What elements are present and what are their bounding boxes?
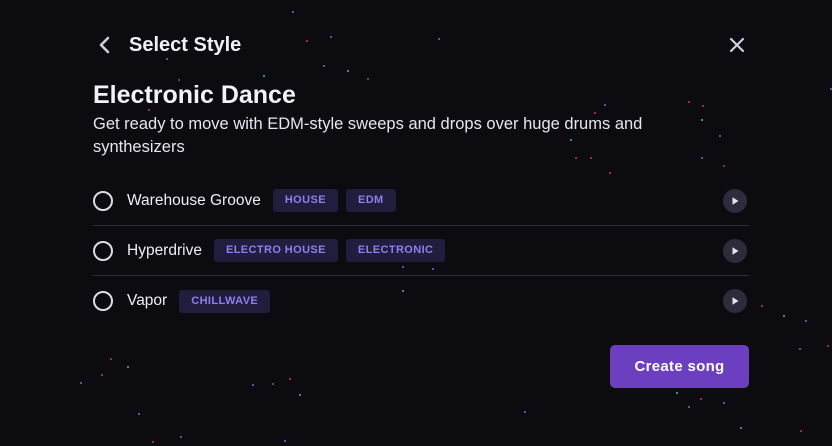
particle-dot — [719, 135, 721, 137]
preview-play-button[interactable] — [723, 188, 747, 213]
particle-dot — [827, 345, 829, 347]
style-tag: ELECTRONIC — [345, 239, 446, 262]
particle-dot — [292, 11, 294, 13]
particle-dot — [263, 75, 265, 77]
particle-dot — [805, 320, 807, 322]
particle-dot — [761, 305, 763, 307]
style-tags: HOUSE EDM — [272, 189, 396, 212]
chevron-left-icon — [99, 36, 110, 54]
header: Select Style — [93, 30, 749, 60]
particle-dot — [284, 440, 286, 442]
particle-dot — [101, 374, 103, 376]
particle-dot — [524, 411, 526, 413]
style-tag: HOUSE — [272, 189, 338, 212]
style-option-warehouse-groove[interactable]: Warehouse Groove HOUSE EDM — [93, 176, 749, 226]
particle-dot — [272, 383, 274, 385]
style-tags: CHILLWAVE — [179, 289, 271, 313]
style-radio[interactable] — [93, 291, 113, 311]
particle-dot — [367, 78, 369, 80]
particle-dot — [299, 394, 301, 396]
style-tag: CHILLWAVE — [179, 289, 271, 313]
particle-dot — [80, 382, 82, 384]
particle-dot — [609, 172, 611, 174]
particle-dot — [723, 402, 725, 404]
style-tag: ELECTRO HOUSE — [213, 239, 338, 262]
particle-dot — [152, 441, 154, 443]
particle-dot — [740, 427, 742, 429]
style-name: Hyperdrive — [127, 241, 202, 259]
select-style-screen: Select Style Electronic Dance Get ready … — [0, 0, 832, 446]
particle-dot — [604, 104, 606, 106]
close-icon — [729, 37, 745, 53]
style-tags: ELECTRO HOUSE ELECTRONIC — [213, 239, 446, 262]
genre-description: Get ready to move with EDM-style sweeps … — [93, 115, 643, 156]
genre-title: Electronic Dance — [93, 81, 296, 109]
particle-dot — [138, 413, 140, 415]
particle-dot — [323, 65, 325, 67]
style-radio[interactable] — [93, 240, 113, 261]
particle-dot — [700, 398, 702, 400]
particle-dot — [252, 384, 254, 386]
style-option-hyperdrive[interactable]: Hyperdrive ELECTRO HOUSE ELECTRONIC — [93, 226, 749, 276]
particle-dot — [723, 165, 725, 167]
style-name: Vapor — [127, 292, 168, 309]
style-option-vapor[interactable]: Vapor CHILLWAVE — [93, 276, 749, 326]
style-tag: EDM — [345, 189, 396, 212]
particle-dot — [127, 366, 129, 368]
particle-dot — [347, 70, 349, 72]
style-radio[interactable] — [93, 190, 113, 211]
page-title: Select Style — [129, 34, 242, 56]
particle-dot — [783, 315, 785, 317]
particle-dot — [110, 358, 112, 360]
particle-dot — [676, 392, 678, 394]
preview-play-button[interactable] — [723, 289, 747, 313]
particle-dot — [688, 406, 690, 408]
back-button[interactable] — [93, 32, 117, 58]
particle-dot — [289, 378, 291, 380]
play-icon — [732, 297, 739, 305]
particle-dot — [702, 105, 704, 107]
style-name: Warehouse Groove — [127, 191, 261, 209]
close-button[interactable] — [725, 32, 749, 58]
particle-dot — [799, 348, 801, 350]
particle-dot — [688, 101, 690, 103]
create-song-button[interactable]: Create song — [610, 345, 749, 388]
particle-dot — [180, 436, 182, 438]
play-icon — [732, 246, 739, 255]
style-list: Warehouse Groove HOUSE EDM Hyperdrive EL… — [93, 176, 749, 326]
play-icon — [732, 196, 739, 205]
preview-play-button[interactable] — [723, 238, 747, 263]
particle-dot — [800, 430, 802, 432]
